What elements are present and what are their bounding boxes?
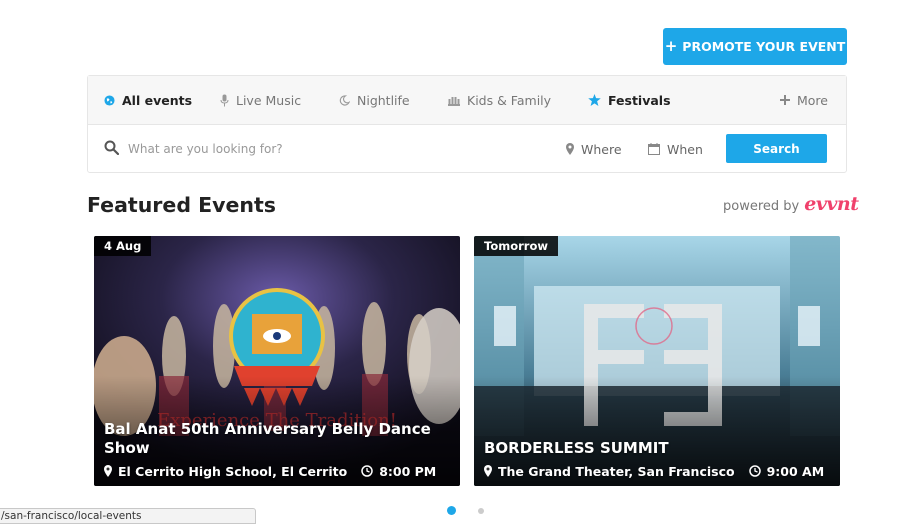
powered-by-evvnt[interactable]: powered by evvnt [723,193,859,215]
event-time: 8:00 PM [361,464,436,479]
tab-nightlife-label: Nightlife [357,92,410,108]
globe-icon [104,94,115,106]
clock-icon [361,465,373,477]
tab-all-events[interactable]: All events [104,76,192,124]
event-card[interactable]: Experience The Tradition! 4 Aug Bal Anat… [94,236,460,486]
carousel-pagination [447,506,484,515]
plus-icon [780,95,790,105]
event-date-badge: Tomorrow [474,236,558,256]
event-title[interactable]: Bal Anat 50th Anniversary Belly Dance Sh… [104,420,448,458]
calendar-icon [648,143,660,155]
tab-kids-family-label: Kids & Family [467,92,552,108]
event-meta: El Cerrito High School, El Cerrito 8:00 … [104,463,452,479]
status-url: /san-francisco/local-events [1,510,142,522]
event-title[interactable]: BORDERLESS SUMMIT [484,439,828,458]
tab-live-music[interactable]: Live Music [220,76,301,124]
event-location: El Cerrito High School, El Cerrito [104,464,347,479]
where-label: Where [581,141,622,157]
map-marker-icon [566,143,574,155]
when-label: When [667,141,703,157]
where-filter[interactable]: Where [566,137,622,161]
clock-icon [748,465,761,477]
event-card[interactable]: Tomorrow BORDERLESS SUMMIT The Grand The… [474,236,840,486]
tab-festivals[interactable]: Festivals [588,76,671,124]
tab-more[interactable]: More [780,76,828,124]
event-time-label: 8:00 PM [379,463,437,479]
tab-festivals-label: Festivals [608,92,671,108]
map-marker-icon [484,465,492,477]
event-location-label: El Cerrito High School, El Cerrito [118,463,348,479]
powered-by-label: powered by [723,199,800,214]
tab-more-label: More [797,92,828,108]
star-icon [588,94,601,106]
family-icon [448,96,460,106]
category-tabs: All events Live Music Nightlife Kids & F… [88,76,846,125]
search-input[interactable] [128,137,528,161]
tab-all-events-label: All events [122,92,193,108]
carousel-dot-active[interactable] [447,506,456,515]
tab-nightlife[interactable]: Nightlife [339,76,410,124]
event-time-label: 9:00 AM [766,463,825,479]
evvnt-logo: evvnt [804,193,859,215]
tab-live-music-label: Live Music [236,92,302,108]
search-button[interactable]: Search [726,134,827,163]
when-filter[interactable]: When [648,137,703,161]
search-icon [104,140,119,155]
promote-event-label: PROMOTE YOUR EVENT [682,39,846,54]
carousel-dot[interactable] [478,507,484,514]
featured-events-heading: Featured Events [87,193,276,217]
promote-event-button[interactable]: + PROMOTE YOUR EVENT [663,28,847,65]
microphone-icon [220,94,229,106]
event-time: 9:00 AM [748,463,825,479]
browser-status-bar: /san-francisco/local-events [0,508,256,524]
event-location-label: The Grand Theater, San Francisco [498,463,735,479]
search-row: Where When Search [88,125,846,173]
event-location: The Grand Theater, San Francisco [484,464,735,479]
event-meta: The Grand Theater, San Francisco 9:00 AM [484,463,832,479]
event-date-badge: 4 Aug [94,236,152,256]
event-filter-panel: All events Live Music Nightlife Kids & F… [87,75,847,173]
plus-icon: + [664,37,678,55]
moon-icon [339,94,350,106]
map-marker-icon [104,465,112,477]
tab-kids-family[interactable]: Kids & Family [448,76,551,124]
